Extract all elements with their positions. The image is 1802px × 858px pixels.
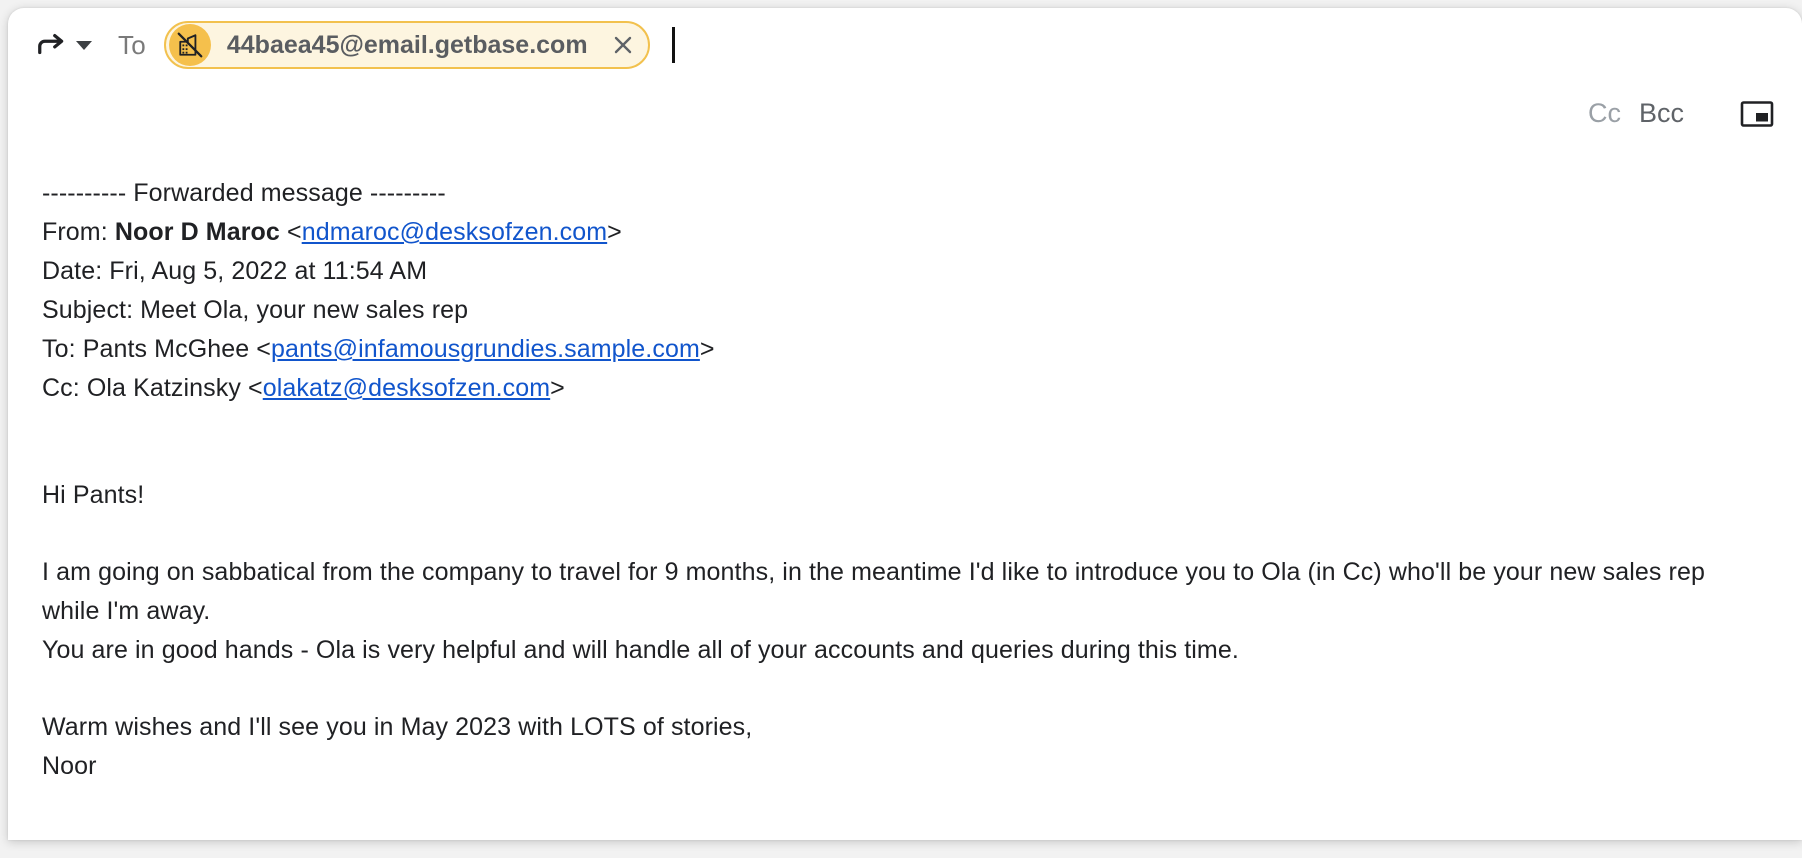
body-paragraph-1: I am going on sabbatical from the compan… <box>42 558 1705 625</box>
recipients-row: To 44baea45@email.getbase.com <box>8 8 1802 82</box>
recipient-chip[interactable]: 44baea45@email.getbase.com <box>163 21 650 69</box>
recipient-email: 44baea45@email.getbase.com <box>226 30 588 59</box>
broken-image-icon <box>168 24 211 66</box>
message-body[interactable]: ---------- Forwarded message --------- F… <box>8 174 1802 840</box>
body-spacer-3 <box>42 670 1774 708</box>
cc-prefix: Cc: Ola Katzinsky < <box>42 374 263 402</box>
forwarded-message-header: ---------- Forwarded message --------- F… <box>42 174 1774 408</box>
forwarded-cc-line: Cc: Ola Katzinsky <olakatz@desksofzen.co… <box>42 369 1774 408</box>
body-paragraph-2: You are in good hands - Ola is very help… <box>42 636 1239 664</box>
forward-mode-selector[interactable] <box>36 30 92 60</box>
body-signoff: Warm wishes and I'll see you in May 2023… <box>42 713 753 741</box>
body-signature: Noor <box>42 752 97 780</box>
body-greeting: Hi Pants! <box>42 481 145 509</box>
cc-bracket-close: > <box>550 374 565 402</box>
forwarded-divider: ---------- Forwarded message --------- <box>42 179 446 207</box>
cc-bcc-row: Cc Bcc <box>1586 96 1774 131</box>
forward-arrow-icon[interactable] <box>36 30 66 60</box>
close-icon[interactable] <box>602 22 644 68</box>
cc-toggle[interactable]: Cc <box>1586 96 1623 131</box>
from-bracket-open: < <box>279 218 302 246</box>
from-name: Noor D Maroc <box>114 218 280 246</box>
from-bracket-close: > <box>607 218 622 246</box>
bcc-toggle[interactable]: Bcc <box>1637 96 1686 131</box>
forwarded-to-line: To: Pants McGhee <pants@infamousgrundies… <box>42 330 1774 369</box>
cc-email-link[interactable]: olakatz@desksofzen.com <box>263 374 550 402</box>
body-spacer-2 <box>42 515 1774 553</box>
from-label: From: <box>42 218 108 246</box>
recipient-input-caret[interactable] <box>671 27 675 63</box>
from-email-link[interactable]: ndmaroc@desksofzen.com <box>302 218 607 246</box>
chevron-down-icon[interactable] <box>76 40 92 50</box>
compose-window: To 44baea45@email.getbase.com Cc Bcc ---… <box>8 8 1802 840</box>
forwarded-from-line: From: Noor D Maroc <ndmaroc@desksofzen.c… <box>42 213 1774 252</box>
body-spacer-1 <box>42 408 1774 476</box>
pop-out-window-icon[interactable] <box>1740 100 1774 128</box>
forwarded-subject-line: Subject: Meet Ola, your new sales rep <box>42 296 469 324</box>
to-prefix: To: Pants McGhee < <box>42 335 271 363</box>
to-label: To <box>118 30 146 60</box>
to-bracket-close: > <box>699 335 715 363</box>
forwarded-date-line: Date: Fri, Aug 5, 2022 at 11:54 AM <box>42 257 428 285</box>
to-email-link[interactable]: pants@infamousgrundies.sample.com <box>271 335 700 363</box>
